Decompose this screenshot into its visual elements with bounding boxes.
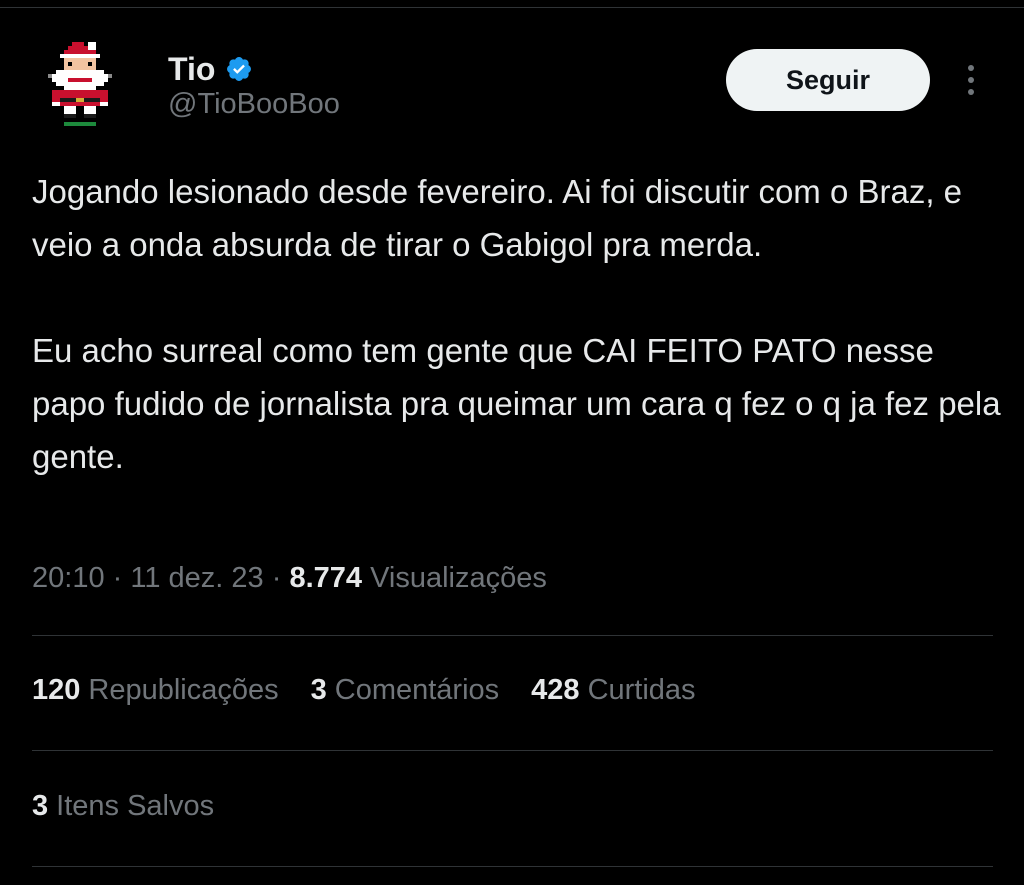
bookmarks-count: 3 bbox=[32, 790, 49, 822]
author-name-row[interactable]: Tio bbox=[168, 48, 253, 90]
verified-badge-icon[interactable] bbox=[225, 55, 253, 83]
reposts-stat[interactable]: 120 Republicações bbox=[32, 674, 279, 707]
follow-button[interactable]: Seguir bbox=[726, 49, 930, 111]
tweet-paragraph: Jogando lesionado desde fevereiro. Ai fo… bbox=[32, 173, 963, 263]
quotes-count: 3 bbox=[310, 674, 327, 706]
divider bbox=[32, 635, 993, 636]
views-label: Visualizações bbox=[370, 562, 547, 594]
likes-stat[interactable]: 428 Curtidas bbox=[531, 674, 695, 707]
meta-separator: · bbox=[104, 562, 131, 594]
likes-label: Curtidas bbox=[587, 674, 696, 706]
quotes-label: Comentários bbox=[334, 674, 500, 706]
avatar[interactable] bbox=[32, 34, 132, 134]
tweet-meta: 20:10 · 11 dez. 23 · 8.774 Visualizações bbox=[32, 562, 547, 595]
pixel-santa-avatar-icon bbox=[48, 42, 112, 126]
more-vertical-icon[interactable] bbox=[956, 60, 986, 100]
tweet-time[interactable]: 20:10 bbox=[32, 562, 105, 594]
tweet-text: Jogando lesionado desde fevereiro. Ai fo… bbox=[32, 165, 1002, 483]
tweet-paragraph: Eu acho surreal como tem gente que CAI F… bbox=[32, 332, 1001, 475]
reposts-count: 120 bbox=[32, 674, 81, 706]
divider bbox=[32, 750, 993, 751]
reposts-label: Republicações bbox=[88, 674, 279, 706]
engagement-stats: 120 Republicações 3 Comentários 428 Curtida… bbox=[32, 674, 728, 707]
bookmarks-label: Itens Salvos bbox=[56, 790, 215, 822]
author-handle[interactable]: @TioBooBoo bbox=[168, 88, 340, 121]
top-divider bbox=[0, 0, 1024, 8]
meta-separator: · bbox=[263, 562, 290, 594]
tweet-date[interactable]: 11 dez. 23 bbox=[130, 562, 263, 594]
likes-count: 428 bbox=[531, 674, 580, 706]
quotes-stat[interactable]: 3 Comentários bbox=[311, 674, 500, 707]
views-count: 8.774 bbox=[289, 562, 363, 594]
bookmarks-stat[interactable]: 3 Itens Salvos bbox=[32, 790, 214, 823]
divider bbox=[32, 866, 993, 867]
author-display-name[interactable]: Tio bbox=[168, 51, 215, 88]
